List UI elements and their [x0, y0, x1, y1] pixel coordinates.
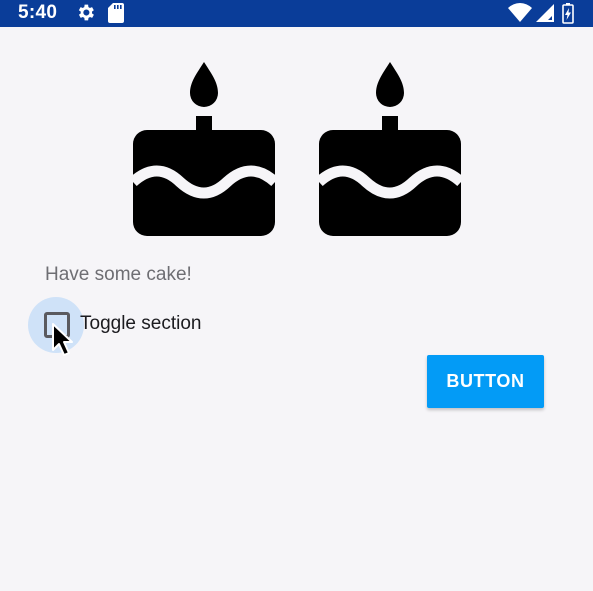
sd-card-icon: [108, 3, 124, 23]
mouse-cursor-icon: [52, 323, 73, 356]
cake-icon: [133, 62, 275, 236]
status-time: 5:40: [18, 2, 58, 23]
battery-icon: [562, 3, 574, 24]
wifi-icon: [508, 3, 532, 23]
checkbox-label[interactable]: Toggle section: [80, 311, 201, 337]
cake-message: Have some cake!: [45, 264, 192, 285]
signal-icon: [536, 4, 554, 22]
status-bar: 5:40: [0, 0, 593, 27]
gear-icon: [78, 4, 94, 21]
cake-icon: [319, 62, 461, 236]
main-button[interactable]: BUTTON: [427, 355, 544, 408]
